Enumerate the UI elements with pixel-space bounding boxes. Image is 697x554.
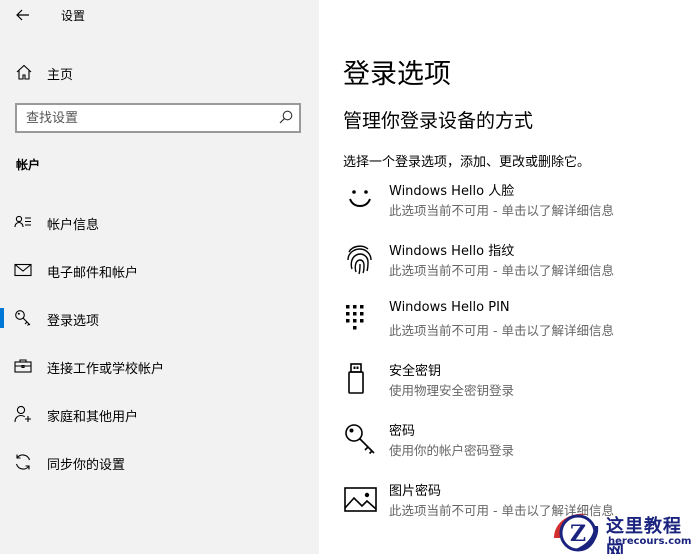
sidebar-item-label: 同步你的设置: [47, 458, 126, 473]
option-title: Windows Hello 指纹: [389, 244, 515, 259]
main-content: 登录选项 管理你登录设备的方式 选择一个登录选项，添加、更改或删除它。 Wind…: [319, 0, 697, 554]
option-subtitle: 使用物理安全密钥登录: [389, 383, 515, 398]
watermark-url: herecours.com: [608, 536, 692, 547]
watermark-letter: Z: [570, 521, 586, 547]
sidebar-item-label: 帐户信息: [47, 218, 100, 233]
mail-icon: [14, 263, 32, 277]
page-title: 登录选项: [343, 59, 451, 90]
option-password[interactable]: 密码 使用你的帐户密码登录: [343, 420, 683, 468]
pin-keypad-icon: [346, 305, 364, 330]
key-icon: [15, 310, 31, 326]
person-add-icon: [14, 405, 31, 423]
option-title: Windows Hello PIN: [389, 300, 510, 315]
option-subtitle: 使用你的帐户密码登录: [389, 443, 515, 458]
face-icon: [349, 190, 371, 208]
home-label: 主页: [47, 68, 74, 83]
home-icon: [16, 64, 32, 80]
search-box[interactable]: [15, 103, 301, 133]
sidebar-item-family-users[interactable]: 家庭和其他用户: [0, 394, 319, 434]
option-subtitle: 此选项当前不可用 - 单击以了解详细信息: [389, 203, 614, 218]
window-title: 设置: [61, 9, 86, 23]
watermark: Z 这里教程网 herecours.com: [546, 508, 697, 554]
option-fingerprint[interactable]: Windows Hello 指纹 此选项当前不可用 - 单击以了解详细信息: [343, 240, 683, 288]
watermark-logo-icon: Z: [554, 513, 599, 552]
sidebar-item-label: 电子邮件和帐户: [47, 266, 139, 281]
picture-icon: [344, 487, 377, 512]
password-key-icon: [345, 424, 375, 455]
sidebar-item-account-info[interactable]: 帐户信息: [0, 202, 319, 242]
page-subtitle: 管理你登录设备的方式: [343, 110, 534, 132]
sidebar-item-label: 连接工作或学校帐户: [47, 362, 165, 377]
home-nav-item[interactable]: 主页: [0, 56, 319, 88]
back-button[interactable]: [8, 2, 38, 28]
sidebar-item-email-accounts[interactable]: 电子邮件和帐户: [0, 250, 319, 290]
search-input[interactable]: [26, 109, 266, 127]
search-icon: [279, 110, 293, 124]
selected-indicator: [0, 308, 4, 328]
option-pin[interactable]: Windows Hello PIN 此选项当前不可用 - 单击以了解详细信息: [343, 300, 683, 348]
option-security-key[interactable]: 安全密钥 使用物理安全密钥登录: [343, 360, 683, 408]
sidebar-item-sync-settings[interactable]: 同步你的设置: [0, 442, 319, 482]
sidebar-item-label: 家庭和其他用户: [47, 410, 139, 425]
fingerprint-icon: [347, 245, 372, 275]
briefcase-icon: [14, 359, 32, 373]
section-header: 帐户: [16, 158, 41, 172]
sidebar-item-work-school[interactable]: 连接工作或学校帐户: [0, 346, 319, 386]
watermark-title: 这里教程网: [606, 516, 682, 554]
option-title: Windows Hello 人脸: [389, 184, 515, 199]
option-subtitle: 此选项当前不可用 - 单击以了解详细信息: [389, 263, 614, 278]
back-arrow-icon: [16, 9, 29, 21]
option-title: 图片密码: [389, 484, 442, 499]
usb-key-icon: [348, 363, 364, 394]
account-info-icon: [14, 215, 31, 228]
sidebar: 设置 主页 帐户 帐户信息 电子邮件和帐户 登录选项 连接工作或学校帐户 家庭和…: [0, 0, 319, 554]
option-subtitle: 此选项当前不可用 - 单击以了解详细信息: [389, 323, 614, 338]
sync-icon: [15, 454, 31, 470]
page-description: 选择一个登录选项，添加、更改或删除它。: [343, 155, 591, 170]
option-title: 安全密钥: [389, 364, 442, 379]
sidebar-item-sign-in-options[interactable]: 登录选项: [0, 298, 319, 338]
option-face[interactable]: Windows Hello 人脸 此选项当前不可用 - 单击以了解详细信息: [343, 180, 683, 228]
title-bar: 设置: [0, 0, 319, 30]
sidebar-item-label: 登录选项: [47, 314, 100, 329]
option-title: 密码: [389, 424, 416, 439]
